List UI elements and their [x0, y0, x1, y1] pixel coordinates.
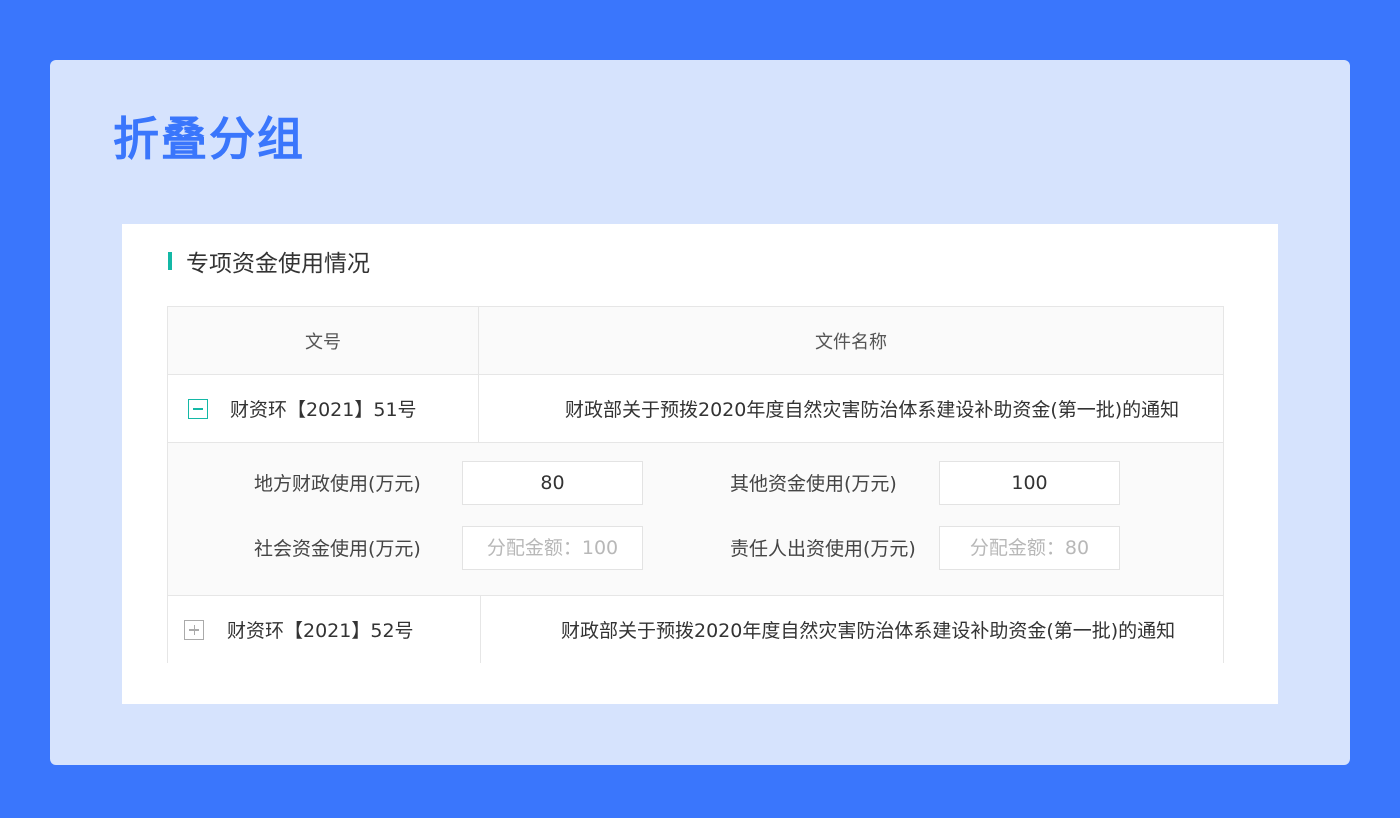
doc-no-cell: 财资环【2021】51号	[168, 375, 479, 442]
doc-name-cell: 财政部关于预拨2020年度自然灾害防治体系建设补助资金(第一批)的通知	[479, 375, 1223, 442]
responsible-funds-label: 责任人出资使用(万元)	[730, 538, 916, 560]
section-title: 专项资金使用情况	[186, 251, 370, 277]
local-finance-label: 地方财政使用(万元)	[254, 473, 421, 495]
content-panel: 专项资金使用情况 文号 文件名称 财资环【2021】51号 财政部关于预拨202…	[122, 224, 1278, 704]
row-detail-panel: 地方财政使用(万元) 其他资金使用(万元) 社会资金使用(万元) 责任人出资使用…	[168, 443, 1223, 595]
doc-name: 财政部关于预拨2020年度自然灾害防治体系建设补助资金(第一批)的通知	[565, 399, 1180, 421]
doc-no: 财资环【2021】51号	[230, 399, 417, 421]
doc-name: 财政部关于预拨2020年度自然灾害防治体系建设补助资金(第一批)的通知	[561, 620, 1176, 642]
responsible-funds-input[interactable]	[939, 526, 1120, 570]
fund-table: 文号 文件名称 财资环【2021】51号 财政部关于预拨2020年度自然灾害防治…	[167, 306, 1224, 663]
header-doc-name: 文件名称	[815, 331, 887, 353]
header-doc-no: 文号	[168, 307, 479, 374]
social-funds-label: 社会资金使用(万元)	[254, 538, 421, 560]
doc-no-cell: 财资环【2021】52号	[168, 596, 481, 663]
doc-name-cell: 财政部关于预拨2020年度自然灾害防治体系建设补助资金(第一批)的通知	[481, 596, 1223, 663]
outer-card: 折叠分组 专项资金使用情况 文号 文件名称 财资环【2021】51号 财政部关于…	[50, 60, 1350, 765]
section-header: 专项资金使用情况	[168, 244, 370, 278]
plus-square-icon[interactable]	[184, 619, 204, 640]
page-title: 折叠分组	[113, 112, 305, 166]
table-row[interactable]: 财资环【2021】51号 财政部关于预拨2020年度自然灾害防治体系建设补助资金…	[168, 375, 1223, 443]
table-header: 文号 文件名称	[168, 307, 1223, 375]
table-row[interactable]: 财资环【2021】52号 财政部关于预拨2020年度自然灾害防治体系建设补助资金…	[168, 595, 1223, 663]
minus-square-icon[interactable]	[188, 398, 208, 419]
social-funds-input[interactable]	[462, 526, 643, 570]
other-funds-input[interactable]	[939, 461, 1120, 505]
doc-no: 财资环【2021】52号	[227, 620, 414, 642]
other-funds-label: 其他资金使用(万元)	[730, 473, 897, 495]
section-accent-bar	[168, 252, 172, 270]
local-finance-input[interactable]	[462, 461, 643, 505]
